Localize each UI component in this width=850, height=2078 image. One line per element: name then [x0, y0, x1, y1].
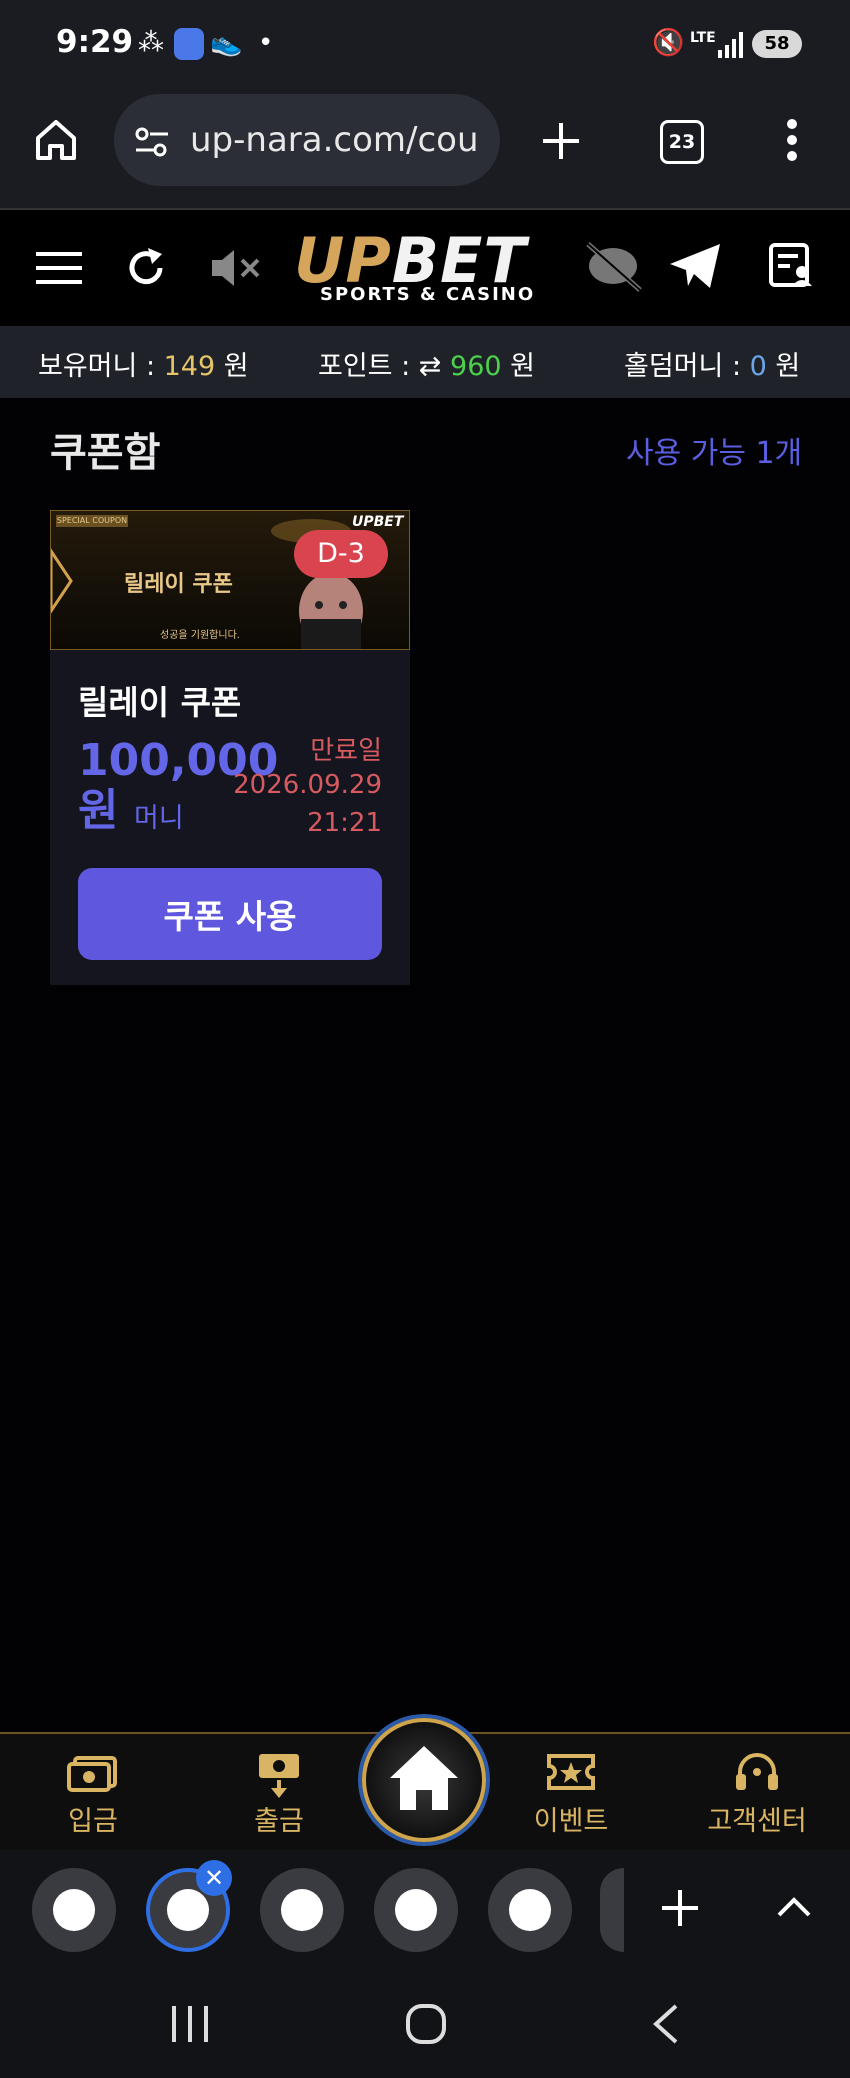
add-tab-icon[interactable] — [660, 1888, 700, 1932]
coupon-money-type: 머니 — [134, 803, 184, 834]
tab-switcher-button[interactable]: 23 — [660, 120, 704, 164]
tab-slot-1[interactable] — [32, 1868, 116, 1952]
upbet-tab-icon — [167, 1889, 209, 1931]
home-nav-icon[interactable] — [406, 2004, 446, 2048]
chevron-up-icon[interactable] — [776, 1896, 812, 1922]
new-tab-icon[interactable] — [540, 120, 582, 166]
expiry-date: 2026.09.29 — [233, 770, 382, 800]
hamburger-menu-icon[interactable] — [36, 252, 82, 288]
battery-level: 58 — [752, 30, 802, 58]
days-left-badge: D-3 — [294, 530, 388, 578]
money-balance: 보유머니 : 149 원 — [38, 344, 249, 383]
nav-home-button[interactable] — [362, 1718, 486, 1842]
point-label: 포인트 : — [318, 351, 419, 382]
slot-game-icon — [281, 1889, 323, 1931]
point-value: 960 — [450, 351, 502, 382]
banner-logo: UPBET — [352, 514, 404, 530]
logo-subtitle: SPORTS & CASINO — [320, 284, 536, 305]
network-type: LTE — [690, 30, 716, 46]
hidden-eye-icon[interactable] — [582, 240, 644, 296]
holdem-unit: 원 — [766, 351, 801, 382]
tab-slot-4[interactable] — [374, 1868, 458, 1952]
status-bar: 9:29 ⁂ 👟 • 🔇 LTE 58 — [0, 0, 850, 90]
assistant-notification-icon — [174, 28, 204, 60]
point-balance[interactable]: 포인트 : ⇄ 960 원 — [318, 344, 535, 383]
money-value: 149 — [163, 351, 216, 382]
page-title: 쿠폰함 — [50, 430, 161, 476]
lightning-icon — [509, 1889, 551, 1931]
tab-slot-3[interactable] — [260, 1868, 344, 1952]
available-count: 사용 가능 1개 — [626, 436, 803, 471]
nav-deposit[interactable]: 입금 — [28, 1799, 158, 1838]
tab-slot-6-partial[interactable] — [600, 1868, 624, 1952]
holdem-value: 0 — [749, 351, 767, 382]
coupon-name: 릴레이 쿠폰 — [78, 683, 242, 722]
mute-icon: 🔇 — [652, 28, 685, 58]
slot-machine-icon-2 — [395, 1889, 437, 1931]
coupon-amount-unit: 원 — [78, 785, 119, 836]
support-headset-icon[interactable] — [692, 1752, 822, 1798]
withdraw-icon[interactable] — [214, 1752, 344, 1802]
refresh-icon[interactable] — [124, 246, 168, 294]
profile-list-icon[interactable] — [768, 242, 814, 292]
deposit-icon[interactable] — [28, 1752, 158, 1796]
banner-caption: 성공을 기원합니다. — [160, 630, 240, 641]
slot-machine-icon — [53, 1889, 95, 1931]
expiry-time: 21:21 — [307, 808, 382, 838]
holdem-balance: 홀덤머니 : 0 원 — [624, 344, 800, 383]
banner-title: 릴레이 쿠폰 — [124, 572, 233, 597]
nav-support[interactable]: 고객센터 — [692, 1799, 822, 1838]
url-text[interactable]: up-nara.com/cou — [190, 120, 479, 160]
point-unit: 원 — [501, 351, 535, 382]
money-label: 보유머니 : — [38, 351, 164, 382]
banner-tag: SPECIAL COUPON — [56, 515, 128, 527]
holdem-label: 홀덤머니 : — [624, 351, 750, 382]
close-tab-icon[interactable]: ✕ — [196, 1860, 232, 1896]
exchange-icon[interactable]: ⇄ — [419, 351, 442, 382]
site-settings-icon[interactable] — [132, 122, 172, 166]
more-notifications-dot: • — [258, 28, 274, 58]
browser-menu-icon[interactable] — [786, 118, 798, 166]
back-icon[interactable] — [652, 2004, 680, 2048]
app-notification-icon: ⁂ — [138, 28, 164, 58]
recent-apps-icon[interactable] — [170, 2006, 210, 2046]
telegram-icon[interactable] — [668, 242, 722, 294]
nav-withdraw[interactable]: 출금 — [214, 1799, 344, 1838]
tab-slot-5[interactable] — [488, 1868, 572, 1952]
signal-icon — [718, 32, 746, 62]
clock: 9:29 — [56, 24, 134, 60]
shoe-notification-icon: 👟 — [210, 28, 243, 58]
nav-events[interactable]: 이벤트 — [506, 1799, 636, 1838]
money-unit: 원 — [215, 351, 249, 382]
sound-muted-icon[interactable] — [210, 246, 264, 294]
home-icon[interactable] — [32, 116, 80, 168]
expiry-label: 만료일 — [310, 736, 382, 766]
use-coupon-button[interactable]: 쿠폰 사용 — [78, 868, 382, 960]
event-ticket-icon[interactable] — [506, 1752, 636, 1796]
